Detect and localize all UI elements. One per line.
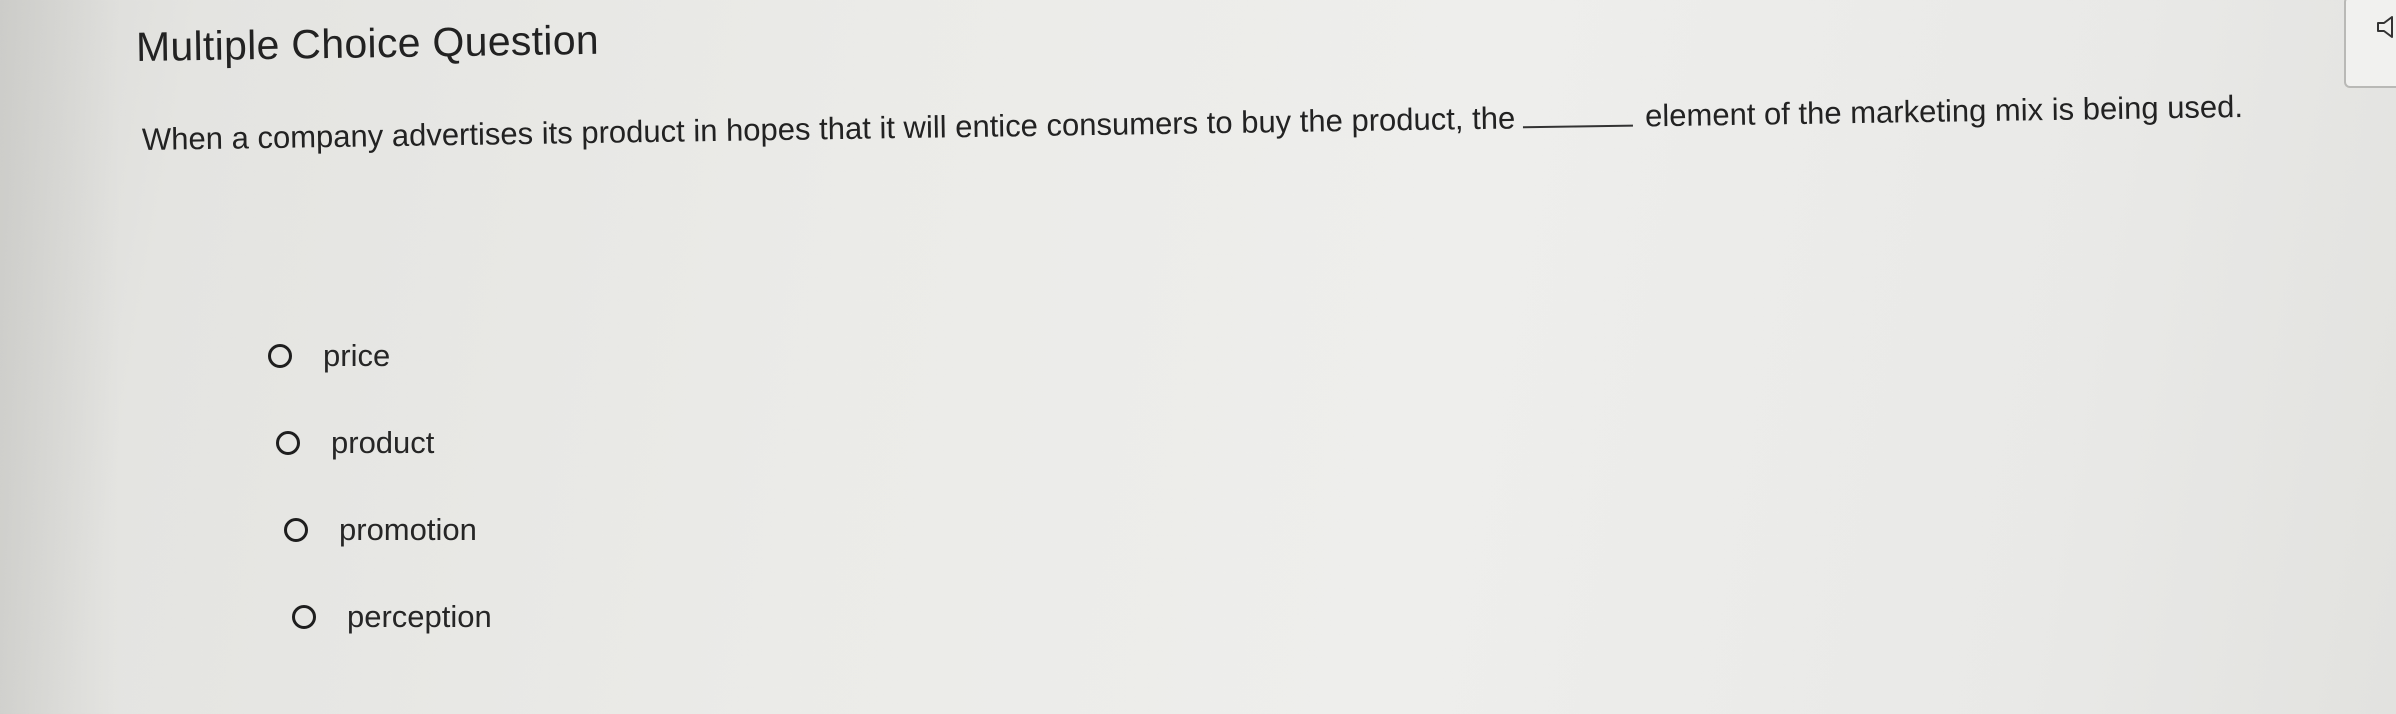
question-type-title: Multiple Choice Question [135, 16, 600, 70]
radio-button[interactable] [268, 344, 292, 368]
option-label[interactable]: perception [347, 599, 492, 635]
question-text: When a company advertises its product in… [142, 89, 2244, 158]
background-shade [0, 0, 120, 714]
option-price[interactable]: price [268, 338, 390, 374]
radio-button[interactable] [284, 518, 308, 542]
option-promotion[interactable]: promotion [284, 512, 477, 548]
answer-blank [1523, 124, 1634, 129]
option-perception[interactable]: perception [292, 599, 492, 635]
audio-button[interactable] [2344, 0, 2396, 88]
option-label[interactable]: promotion [339, 512, 477, 548]
question-text-before: When a company advertises its product in… [141, 100, 1516, 157]
option-label[interactable]: price [323, 338, 390, 374]
option-product[interactable]: product [276, 425, 434, 461]
question-text-after: element of the marketing mix is being us… [1644, 88, 2244, 134]
option-label[interactable]: product [331, 425, 434, 461]
radio-button[interactable] [276, 431, 300, 455]
speaker-icon [2376, 14, 2396, 45]
radio-button[interactable] [292, 605, 316, 629]
